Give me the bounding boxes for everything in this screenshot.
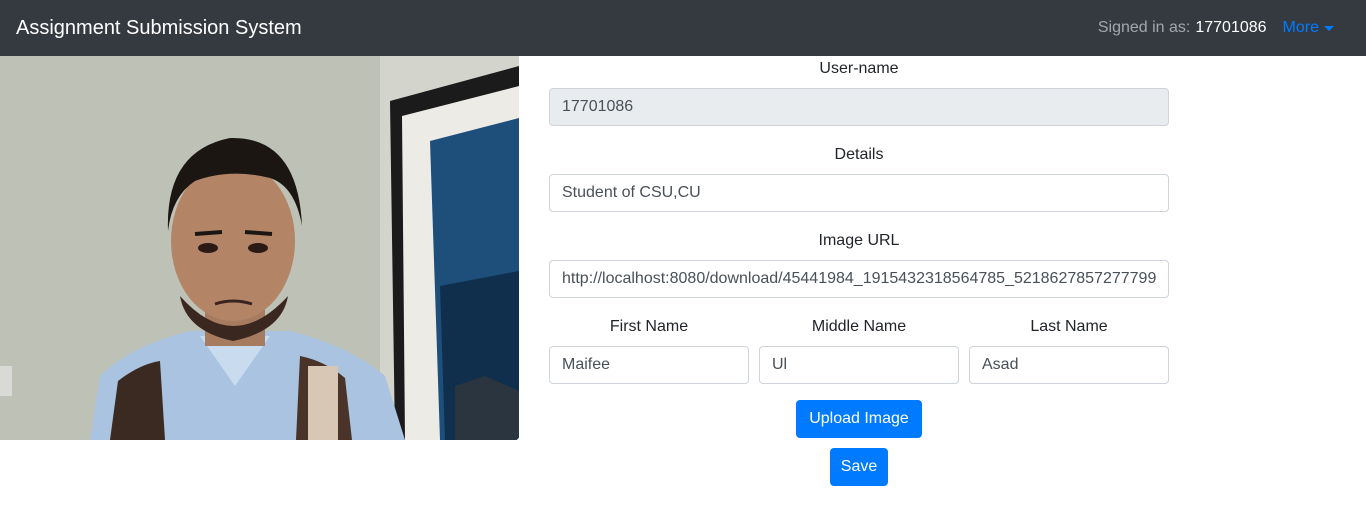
image-url-field[interactable]: http://localhost:8080/download/45441984_… <box>549 260 1169 298</box>
middle-name-label: Middle Name <box>811 318 907 335</box>
navbar-user-area: Signed in as: 17701086 More <box>1098 18 1334 38</box>
image-url-label: Image URL <box>818 232 900 249</box>
details-field[interactable]: Student of CSU,CU <box>549 174 1169 212</box>
first-name-field[interactable]: Maifee <box>549 346 749 384</box>
navbar-brand[interactable]: Assignment Submission System <box>16 16 302 40</box>
username-field: 17701086 <box>549 88 1169 126</box>
upload-image-button[interactable]: Upload Image <box>796 400 922 438</box>
middle-name-field[interactable]: Ul <box>759 346 959 384</box>
profile-photo <box>0 56 519 440</box>
more-dropdown-toggle[interactable]: More <box>1283 18 1334 38</box>
details-label: Details <box>834 146 884 163</box>
username-label: User-name <box>819 60 899 77</box>
last-name-field[interactable]: Asad <box>969 346 1169 384</box>
last-name-label: Last Name <box>1030 318 1108 335</box>
caret-down-icon <box>1324 25 1334 31</box>
top-navbar: Assignment Submission System Signed in a… <box>0 0 1366 56</box>
more-label: More <box>1282 19 1319 36</box>
save-button[interactable]: Save <box>830 448 888 486</box>
signed-in-label: Signed in as: <box>1097 19 1191 36</box>
first-name-label: First Name <box>609 318 689 335</box>
signed-in-username: 17701086 <box>1195 19 1267 36</box>
